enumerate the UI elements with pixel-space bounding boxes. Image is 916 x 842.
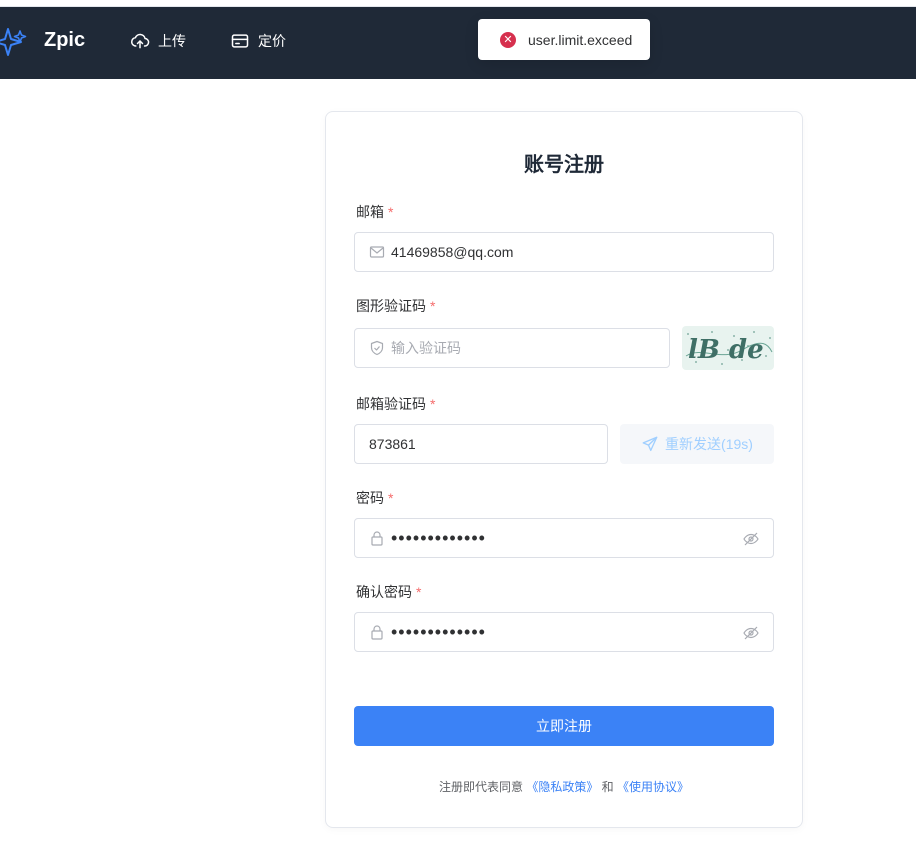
email-value: 41469858@qq.com	[391, 244, 514, 260]
error-toast: ✕ user.limit.exceed	[478, 19, 650, 60]
captcha-label-text: 图形验证码	[356, 298, 426, 314]
toast-message: user.limit.exceed	[528, 31, 633, 48]
agreement-prefix: 注册即代表同意	[438, 780, 523, 794]
resend-label: 重新发送(19s)	[665, 436, 753, 452]
confirm-password-value: •••••••••••••	[391, 622, 486, 642]
required-mark: *	[388, 204, 394, 220]
email-label-text: 邮箱	[356, 204, 384, 220]
terms-of-use-link[interactable]: 《使用协议》	[617, 780, 689, 794]
shield-check-icon	[370, 340, 384, 356]
captcha-image-text: lB de	[688, 335, 764, 365]
eye-hidden-icon[interactable]	[743, 531, 759, 547]
captcha-image[interactable]: lB de	[682, 326, 774, 370]
brand-name[interactable]: Zpic	[44, 29, 85, 52]
email-code-value: 873861	[369, 436, 416, 452]
send-icon	[642, 436, 658, 452]
required-mark: *	[388, 490, 394, 506]
confirm-password-input[interactable]: •••••••••••••	[354, 612, 774, 652]
lock-icon	[371, 625, 383, 640]
agreement-conjunction: 和	[601, 780, 614, 794]
password-label: 密码 *	[356, 488, 393, 508]
register-button[interactable]: 立即注册	[354, 706, 774, 746]
email-code-label-text: 邮箱验证码	[356, 396, 426, 412]
credit-card-icon	[231, 34, 249, 48]
resend-code-button[interactable]: 重新发送(19s)	[620, 424, 774, 464]
confirm-password-label: 确认密码 *	[356, 582, 421, 602]
confirm-password-label-text: 确认密码	[356, 584, 412, 600]
top-navbar: Zpic 上传 定价	[0, 7, 916, 79]
close-circle-icon: ✕	[500, 31, 516, 48]
email-input[interactable]: 41469858@qq.com	[354, 232, 774, 272]
email-code-label: 邮箱验证码 *	[356, 394, 435, 414]
captcha-placeholder: 输入验证码	[391, 340, 461, 356]
nav-pricing[interactable]: 定价	[230, 31, 286, 51]
captcha-input[interactable]: 输入验证码	[354, 328, 670, 368]
required-mark: *	[430, 298, 436, 314]
sparkle-logo-icon[interactable]	[0, 25, 28, 59]
captcha-label: 图形验证码 *	[356, 296, 435, 316]
captcha-noise-graphic: lB de	[685, 331, 773, 365]
cloud-upload-icon	[130, 33, 150, 49]
mail-icon	[369, 246, 385, 258]
privacy-policy-link[interactable]: 《隐私政策》	[526, 780, 598, 794]
password-value: •••••••••••••	[391, 528, 486, 548]
required-mark: *	[416, 584, 422, 600]
eye-hidden-icon[interactable]	[743, 625, 759, 641]
nav-upload[interactable]: 上传	[130, 31, 186, 51]
nav-upload-label: 上传	[158, 33, 186, 49]
email-label: 邮箱 *	[356, 202, 393, 222]
register-card: 账号注册 邮箱 * 41469858@qq.com 图形验证码 * 输入验证码 lB…	[325, 111, 803, 828]
required-mark: *	[430, 396, 436, 412]
page-title: 账号注册	[524, 154, 604, 176]
nav-pricing-label: 定价	[258, 33, 286, 49]
password-input[interactable]: •••••••••••••	[354, 518, 774, 558]
agreement-text: 注册即代表同意 《隐私政策》 和 《使用协议》	[326, 778, 802, 795]
password-label-text: 密码	[356, 490, 384, 506]
email-code-input[interactable]: 873861	[354, 424, 608, 464]
lock-icon	[371, 531, 383, 546]
browser-top-strip	[0, 0, 916, 7]
